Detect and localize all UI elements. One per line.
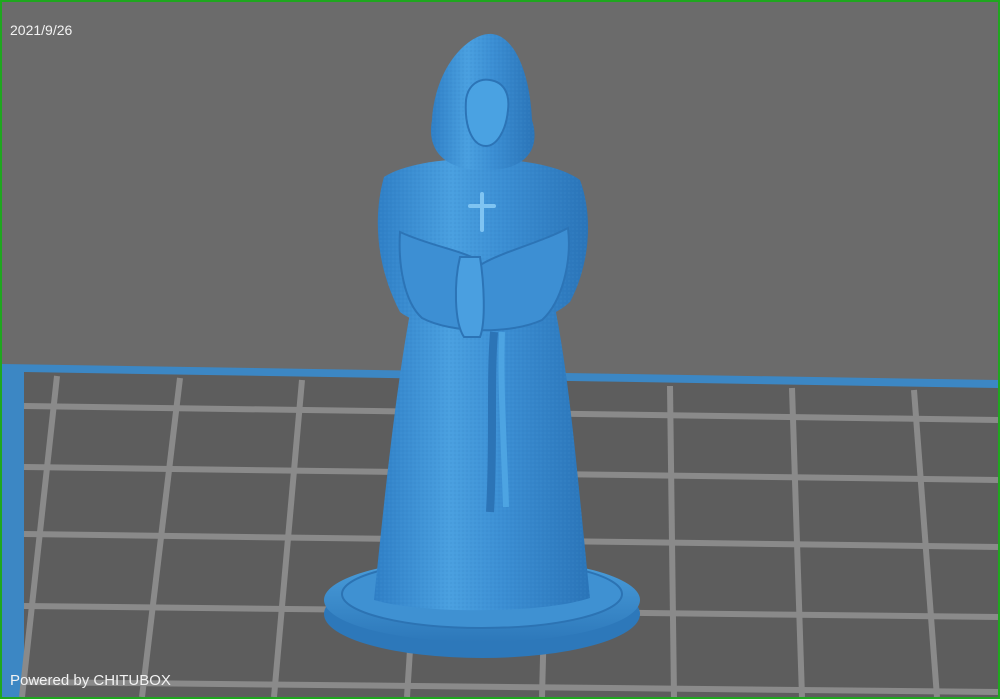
powered-by-label: Powered by CHITUBOX <box>10 672 171 689</box>
model-hands <box>454 256 485 338</box>
chitubox-3d-viewport[interactable]: 2021/9/26 Powered by CHITUBOX <box>0 0 1000 699</box>
model-rope-belt <box>486 331 498 513</box>
build-scene[interactable] <box>2 2 998 697</box>
date-label: 2021/9/26 <box>10 22 73 38</box>
